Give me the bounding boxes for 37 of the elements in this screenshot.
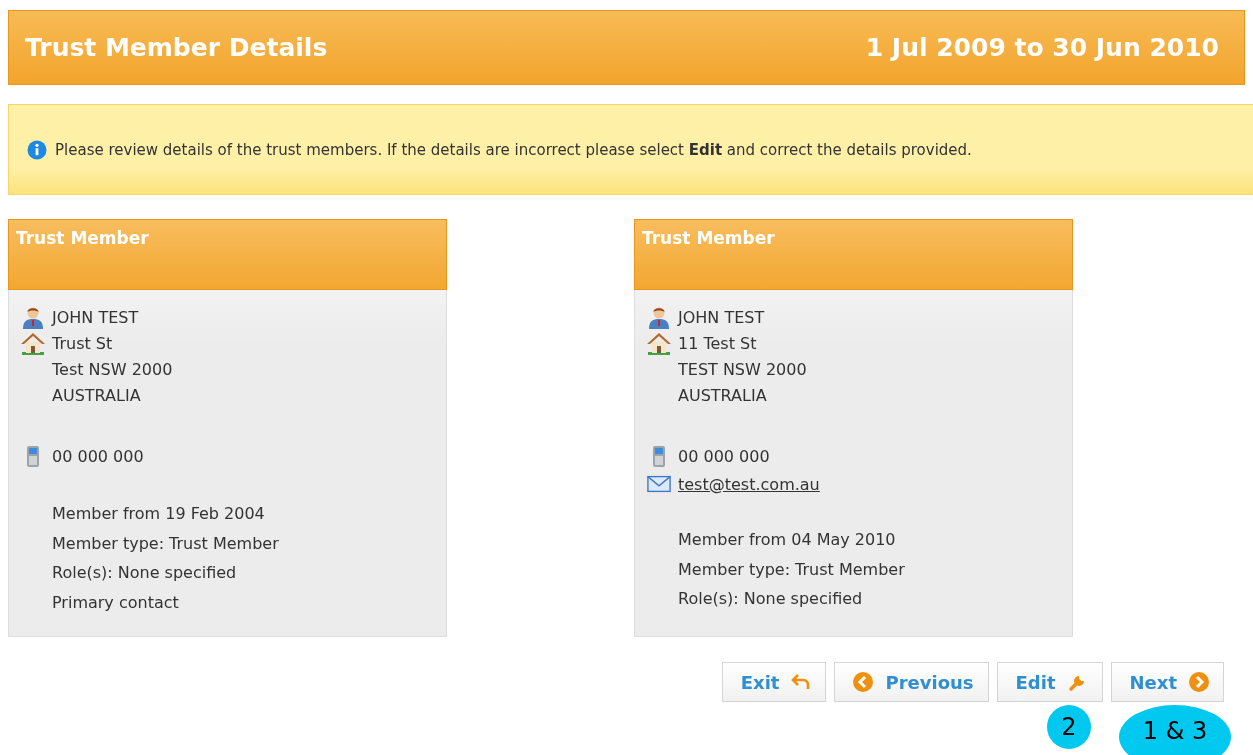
nav-button[interactable]: Exit: [721, 662, 827, 702]
member-detail: Role(s): None specified: [52, 563, 237, 583]
period-label: 1 Jul 2009 to 30 Jun 2010: [865, 33, 1219, 62]
arrow-right-icon: [1189, 672, 1209, 692]
address-line: Test NSW 2000: [52, 359, 173, 379]
member-name: JOHN TEST: [52, 307, 139, 327]
phone-number: 00 000 000: [52, 446, 144, 466]
card-title: Trust Member: [16, 228, 149, 248]
nav-button[interactable]: Next: [1110, 662, 1224, 702]
callout-badge: 1 & 3: [1119, 705, 1231, 755]
member-detail: Member type: Trust Member: [52, 533, 279, 553]
person-icon: [647, 305, 671, 329]
address-line: AUSTRALIA: [678, 385, 767, 405]
nav-button[interactable]: Edit: [996, 662, 1103, 702]
address-line: TEST NSW 2000: [678, 359, 807, 379]
address-line: Trust St: [52, 333, 113, 353]
info-icon: [27, 139, 47, 160]
arrow-left-icon: [853, 672, 874, 692]
notice-text: Please review details of the trust members. If the details are incorrect please select Edit and correct the details provided.: [55, 140, 972, 159]
page-title: Trust Member Details: [25, 33, 328, 62]
card-title: Trust Member: [642, 228, 775, 248]
member-detail: Member type: Trust Member: [678, 559, 905, 579]
member-detail: Primary contact: [52, 592, 179, 612]
member-detail: Member from 04 May 2010: [678, 530, 896, 550]
nav-button[interactable]: Previous: [834, 662, 989, 702]
member-detail: Member from 19 Feb 2004: [52, 504, 265, 524]
callout-badge: 2: [1047, 705, 1091, 749]
person-icon: [21, 305, 45, 329]
address-line: 11 Test St: [678, 333, 757, 353]
member-name: JOHN TEST: [678, 307, 765, 327]
return-arrow-icon: [791, 672, 812, 692]
phone-number: 00 000 000: [678, 446, 770, 466]
address-line: AUSTRALIA: [52, 385, 141, 405]
email-link[interactable]: test@test.com.au: [678, 474, 820, 494]
member-detail: Role(s): None specified: [678, 589, 863, 609]
house-icon: [647, 331, 671, 355]
house-icon: [21, 331, 45, 355]
